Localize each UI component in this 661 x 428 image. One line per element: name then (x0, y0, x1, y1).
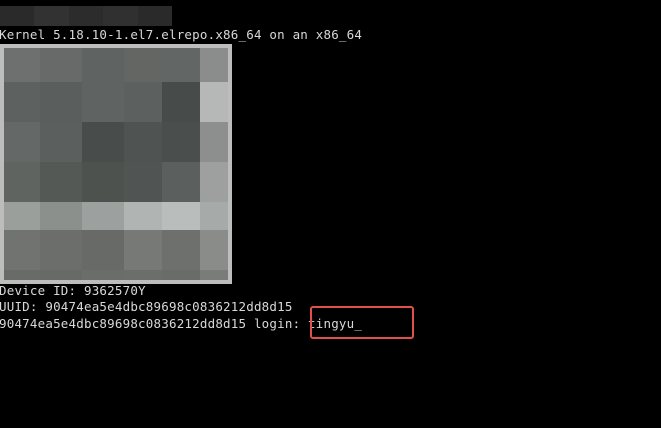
qr-pixel (4, 202, 40, 230)
qr-pixel (4, 162, 40, 202)
login-prompt: 90474ea5e4dbc89698c0836212dd8d15 login: (0, 316, 309, 331)
qr-pixel (200, 202, 228, 230)
qr-pixel (82, 162, 124, 202)
qr-pixel (124, 270, 162, 280)
qr-pixel (40, 270, 82, 280)
qr-pixel (200, 82, 228, 122)
qr-pixel (162, 230, 200, 270)
qr-code-image (0, 44, 232, 284)
qr-pixel (200, 230, 228, 270)
username-highlight-box (310, 306, 414, 339)
qr-pixel (82, 82, 124, 122)
qr-pixel (40, 162, 82, 202)
qr-pixel (162, 82, 200, 122)
qr-pixel (162, 202, 200, 230)
qr-pixel (200, 162, 228, 202)
qr-pixel (162, 270, 200, 280)
redacted-block (34, 6, 69, 26)
uuid-line: UUID: 90474ea5e4dbc89698c0836212dd8d15 (0, 299, 293, 314)
redacted-block (0, 6, 35, 26)
qr-pixel (4, 230, 40, 270)
qr-pixel (4, 82, 40, 122)
kernel-banner: Kernel 5.18.10-1.el7.elrepo.x86_64 on an… (0, 27, 363, 42)
device-id-line: Device ID: 9362570Y (0, 283, 146, 298)
qr-pixel (124, 202, 162, 230)
qr-pixel (82, 202, 124, 230)
qr-pixel (200, 270, 228, 280)
qr-pixel (40, 202, 82, 230)
qr-pixel (82, 48, 124, 82)
qr-pixel (4, 270, 40, 280)
qr-pixel (40, 230, 82, 270)
qr-pixel (82, 122, 124, 162)
qr-code-pixels (4, 48, 228, 280)
qr-pixel (162, 122, 200, 162)
qr-pixel (4, 48, 40, 82)
qr-pixel (124, 48, 162, 82)
redacted-block (103, 6, 138, 26)
qr-pixel (124, 122, 162, 162)
qr-pixel (124, 82, 162, 122)
qr-pixel (124, 230, 162, 270)
qr-pixel (40, 82, 82, 122)
qr-pixel (40, 48, 82, 82)
redacted-header-bar (0, 6, 173, 26)
qr-pixel (82, 270, 124, 280)
qr-pixel (162, 162, 200, 202)
redacted-block (68, 6, 104, 26)
qr-pixel (162, 48, 200, 82)
redacted-block (137, 6, 173, 26)
qr-pixel (4, 122, 40, 162)
qr-pixel (200, 48, 228, 82)
qr-pixel (82, 230, 124, 270)
qr-pixel (40, 122, 82, 162)
qr-pixel (124, 162, 162, 202)
qr-pixel (200, 122, 228, 162)
login-line: 90474ea5e4dbc89698c0836212dd8d15 login: … (0, 316, 362, 332)
